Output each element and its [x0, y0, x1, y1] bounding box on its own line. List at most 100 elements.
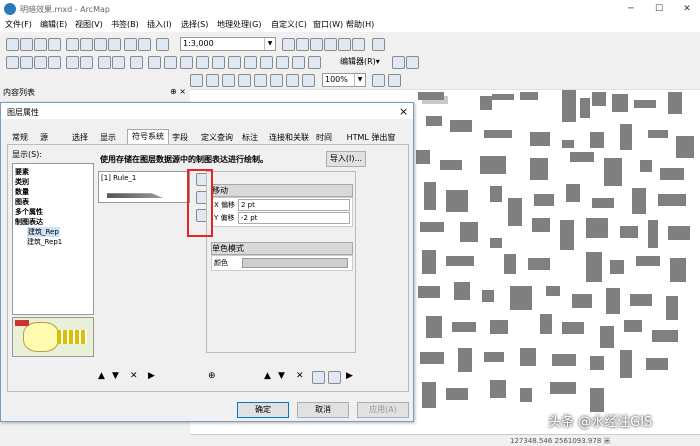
pencil-icon[interactable]: [312, 371, 325, 384]
renderer-tree[interactable]: 要素 类别 数量 图表 多个属性 制图表达 建筑_Rep 建筑_Rep1: [12, 163, 94, 315]
layout-pan-icon[interactable]: [206, 74, 219, 87]
menu-file[interactable]: 文件(F): [5, 19, 32, 30]
menu-geoprocessing[interactable]: 地理处理(G): [217, 19, 261, 30]
tab-display[interactable]: 显示: [97, 131, 119, 144]
tab-source[interactable]: 源: [37, 131, 51, 144]
menu-insert[interactable]: 插入(I): [147, 19, 172, 30]
tab-html-popup[interactable]: HTML 弹出窗口: [343, 131, 399, 155]
layout-full-icon[interactable]: [238, 74, 251, 87]
forward-icon[interactable]: [112, 56, 125, 69]
tab-time[interactable]: 时间: [313, 131, 335, 144]
layout-tool-icon[interactable]: [190, 74, 203, 87]
rule-name[interactable]: [1] Rule_1: [101, 174, 136, 182]
menu-customize[interactable]: 自定义(C): [271, 19, 307, 30]
tree-item[interactable]: 多个属性: [15, 207, 43, 217]
arrow-up-icon[interactable]: ▲: [98, 371, 105, 381]
tab-definition-query[interactable]: 定义查询: [197, 131, 237, 144]
zoom-combo[interactable]: 100% ▼: [322, 73, 366, 87]
clear-selection-icon[interactable]: [148, 56, 161, 69]
edit-annotation-icon[interactable]: [406, 56, 419, 69]
close-window-icon[interactable]: ✕: [674, 0, 700, 18]
import-button[interactable]: 导入(I)...: [326, 151, 366, 167]
toc-icon[interactable]: [296, 38, 309, 51]
menu-windows[interactable]: 窗口(W): [313, 19, 343, 30]
tab-fields[interactable]: 字段: [169, 131, 191, 144]
delete-effect-icon[interactable]: ✕: [296, 371, 304, 381]
tree-item[interactable]: 图表: [15, 197, 29, 207]
maximize-icon[interactable]: ☐: [646, 0, 672, 18]
x-offset-field[interactable]: 2 pt: [238, 199, 350, 211]
model-builder-icon[interactable]: [372, 38, 385, 51]
time-slider-icon[interactable]: [260, 56, 273, 69]
expand-icon[interactable]: ▶: [346, 371, 353, 381]
zoom-out-icon[interactable]: [20, 56, 33, 69]
rule-list[interactable]: [1] Rule_1: [98, 171, 190, 203]
next-icon[interactable]: ▶: [148, 371, 155, 381]
add-data-icon[interactable]: [156, 38, 169, 51]
color-swatch[interactable]: [242, 258, 348, 268]
scale-combo[interactable]: 1:3,000 ▼: [180, 37, 276, 51]
html-popup-icon[interactable]: [244, 56, 257, 69]
tree-item[interactable]: 类别: [15, 177, 29, 187]
layout-forward-icon[interactable]: [286, 74, 299, 87]
move-section-header[interactable]: 移动: [211, 184, 353, 197]
find-icon[interactable]: [196, 56, 209, 69]
arctoolbox-icon[interactable]: [338, 38, 351, 51]
tab-selection[interactable]: 选择: [69, 131, 91, 144]
copy-icon[interactable]: [80, 38, 93, 51]
apply-button[interactable]: 应用(A): [357, 402, 409, 418]
tab-symbology[interactable]: 符号系统: [127, 129, 169, 145]
move-down-icon[interactable]: ▼: [278, 371, 285, 381]
dialog-close-icon[interactable]: ×: [399, 105, 408, 118]
zoom-in-icon[interactable]: [6, 56, 19, 69]
menu-selection[interactable]: 选择(S): [181, 19, 208, 30]
tree-item[interactable]: 要素: [15, 167, 29, 177]
xy-icon[interactable]: [308, 56, 321, 69]
create-viewer-icon[interactable]: [276, 56, 289, 69]
identify-icon[interactable]: [180, 56, 193, 69]
redo-icon[interactable]: [138, 38, 151, 51]
print-icon[interactable]: [48, 38, 61, 51]
fill-section-header[interactable]: 单色模式: [211, 242, 353, 255]
edit-tool-icon[interactable]: [392, 56, 405, 69]
select-features-icon[interactable]: [130, 56, 143, 69]
editor-menu[interactable]: 编辑器(R)▾: [340, 56, 380, 67]
add-effect-icon[interactable]: ⊕: [208, 371, 216, 381]
undo-icon[interactable]: [124, 38, 137, 51]
hyperlink-icon[interactable]: [228, 56, 241, 69]
fixed-zoom-out-icon[interactable]: [80, 56, 93, 69]
toc-pin-icon[interactable]: ⊕ ×: [170, 87, 186, 96]
paste-icon[interactable]: [94, 38, 107, 51]
catalog-icon[interactable]: [310, 38, 323, 51]
tree-item-selected[interactable]: 建筑_Rep: [27, 227, 60, 237]
full-extent-icon[interactable]: [48, 56, 61, 69]
fixed-zoom-in-icon[interactable]: [66, 56, 79, 69]
layout-zoom100-icon[interactable]: [254, 74, 267, 87]
python-icon[interactable]: [352, 38, 365, 51]
select-elements-icon[interactable]: [164, 56, 177, 69]
delete-icon[interactable]: [108, 38, 121, 51]
search-window-icon[interactable]: [324, 38, 337, 51]
change-layout-icon[interactable]: [388, 74, 401, 87]
tab-general[interactable]: 常规: [9, 131, 31, 144]
menu-help[interactable]: 帮助(H): [346, 19, 374, 30]
editor-toolbar-icon[interactable]: [282, 38, 295, 51]
page-layout-icon[interactable]: [372, 74, 385, 87]
layout-zoom-icon[interactable]: [222, 74, 235, 87]
arrow-down-icon[interactable]: ▼: [112, 371, 119, 381]
tab-labels[interactable]: 标注: [239, 131, 261, 144]
tree-item[interactable]: 制图表达: [15, 217, 43, 227]
new-icon[interactable]: [6, 38, 19, 51]
pan-icon[interactable]: [34, 56, 47, 69]
move-up-icon[interactable]: ▲: [264, 371, 271, 381]
tree-item[interactable]: 建筑_Rep1: [27, 237, 62, 247]
remove-icon[interactable]: ✕: [130, 371, 138, 381]
layers-icon[interactable]: [328, 371, 341, 384]
minimize-icon[interactable]: ─: [618, 0, 644, 18]
menu-bookmarks[interactable]: 书签(B): [111, 19, 139, 30]
layout-back-icon[interactable]: [270, 74, 283, 87]
measure-icon[interactable]: [212, 56, 225, 69]
y-offset-field[interactable]: -2 pt: [238, 212, 350, 224]
menu-view[interactable]: 视图(V): [75, 19, 103, 30]
tree-item[interactable]: 数量: [15, 187, 29, 197]
